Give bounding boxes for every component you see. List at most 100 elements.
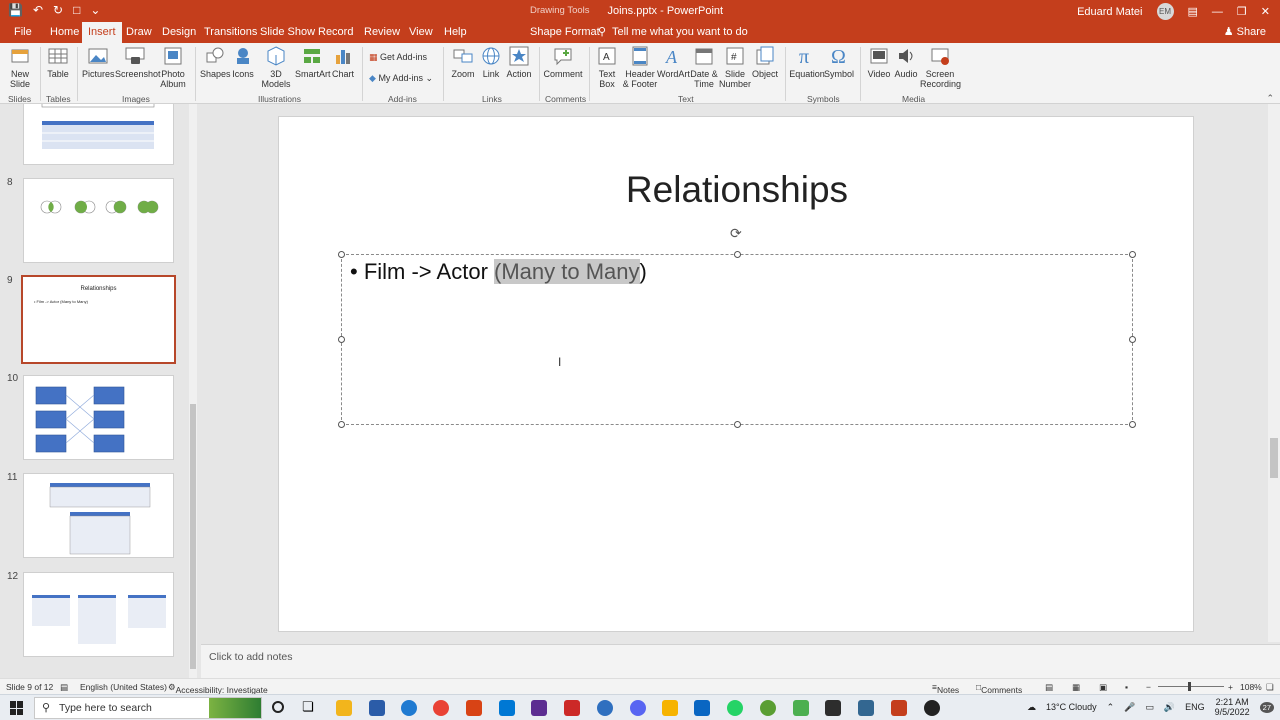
slide-thumbnail-11[interactable] — [23, 473, 174, 558]
tray-chevron-icon[interactable]: ⌃ — [1107, 702, 1115, 713]
new-slide-button[interactable]: New Slide — [6, 45, 34, 89]
resize-handle-tl[interactable] — [338, 251, 345, 258]
3d-models-button[interactable]: 3D Models — [258, 45, 294, 89]
zoom-level[interactable]: 108% — [1240, 682, 1262, 692]
maximize-icon[interactable]: ❐ — [1237, 5, 1247, 18]
present-icon[interactable]: □ — [73, 3, 80, 17]
table-button[interactable]: Table — [45, 45, 71, 79]
action-button[interactable]: Action — [505, 45, 533, 79]
powerpoint-icon[interactable] — [891, 700, 907, 716]
resize-handle-t[interactable] — [734, 251, 741, 258]
app-icon[interactable] — [662, 700, 678, 716]
tab-shape-format[interactable]: Shape Format — [524, 22, 606, 43]
whatsapp-icon[interactable] — [727, 700, 743, 716]
share-button[interactable]: ♟ Share — [1224, 22, 1266, 43]
tab-draw[interactable]: Draw — [120, 22, 158, 43]
video-button[interactable]: Video — [866, 45, 892, 79]
resize-handle-br[interactable] — [1129, 421, 1136, 428]
slide-canvas[interactable]: Relationships • Film -> Actor (Many to M… — [278, 116, 1194, 632]
symbol-button[interactable]: Ω Symbol — [824, 45, 854, 79]
tab-help[interactable]: Help — [438, 22, 473, 43]
avatar[interactable]: EM — [1156, 3, 1174, 20]
discord-icon[interactable] — [630, 700, 646, 716]
bullet-line[interactable]: • Film -> Actor (Many to Many) — [350, 259, 647, 285]
app-icon[interactable] — [793, 700, 809, 716]
app-icon[interactable] — [564, 700, 580, 716]
tab-file[interactable]: File — [8, 22, 38, 43]
app-icon[interactable] — [694, 700, 710, 716]
editor-scrollbar[interactable] — [1268, 104, 1280, 642]
slide-number-button[interactable]: # Slide Number — [719, 45, 751, 89]
resize-handle-tr[interactable] — [1129, 251, 1136, 258]
close-icon[interactable]: ✕ — [1261, 5, 1270, 18]
slideshow-icon[interactable]: ▪ — [1125, 682, 1128, 692]
utorrent-icon[interactable] — [760, 700, 776, 716]
language-indicator[interactable]: English (United States) — [80, 682, 167, 692]
slide-thumbnail-8[interactable] — [23, 178, 174, 263]
zoom-button[interactable]: Zoom — [450, 45, 476, 79]
shapes-button[interactable]: Shapes — [200, 45, 231, 79]
screen-recording-button[interactable]: Screen Recording — [920, 45, 961, 89]
screenshot-button[interactable]: Screenshot — [115, 45, 161, 79]
undo-icon[interactable]: ↶ — [33, 3, 43, 17]
text-box-button[interactable]: A Text Box — [595, 45, 619, 89]
tab-slide-show[interactable]: Slide Show — [254, 22, 321, 43]
notification-badge[interactable]: 27 — [1259, 701, 1274, 713]
audio-button[interactable]: Audio — [893, 45, 919, 79]
tab-insert[interactable]: Insert — [82, 22, 122, 43]
weather-text[interactable]: 13°C Cloudy — [1046, 702, 1097, 712]
redo-icon[interactable]: ↻ — [53, 3, 63, 17]
photo-album-button[interactable]: Photo Album — [157, 45, 189, 89]
collapse-ribbon-icon[interactable]: ⌃ — [1266, 93, 1274, 104]
tab-review[interactable]: Review — [358, 22, 406, 43]
date-time-button[interactable]: Date & Time — [688, 45, 720, 89]
jetbrains-icon[interactable] — [466, 700, 482, 716]
accessibility-status[interactable]: ⚙ Accessibility: Investigate — [168, 682, 268, 695]
postgres-icon[interactable] — [858, 700, 874, 716]
microphone-icon[interactable]: 🎤 — [1124, 702, 1135, 713]
header-footer-button[interactable]: Header & Footer — [621, 45, 659, 89]
app-icon[interactable] — [369, 700, 385, 716]
resize-handle-l[interactable] — [338, 336, 345, 343]
clock[interactable]: 2:21 AM 9/5/2022 — [1215, 697, 1250, 717]
smartart-button[interactable]: SmartArt — [295, 45, 331, 79]
content-placeholder[interactable]: • Film -> Actor (Many to Many) I ⟳ — [338, 225, 1136, 428]
resize-handle-r[interactable] — [1129, 336, 1136, 343]
slide-thumbnail-12[interactable] — [23, 572, 174, 657]
app-icon[interactable] — [825, 700, 841, 716]
slide-thumbnail-9[interactable]: Relationships • Film -> Actor (Many to M… — [21, 275, 176, 364]
notes-toggle[interactable]: ≡ Notes — [932, 682, 959, 695]
resize-handle-b[interactable] — [734, 421, 741, 428]
zoom-slider-thumb[interactable] — [1188, 682, 1191, 691]
minimize-icon[interactable]: — — [1212, 6, 1223, 18]
notes-pane[interactable]: Click to add notes — [201, 644, 1280, 678]
browser-icon[interactable] — [401, 700, 417, 716]
slide-thumbnail-7[interactable] — [23, 104, 174, 165]
thumbnail-scrollbar[interactable] — [189, 104, 197, 678]
comment-button[interactable]: Comment — [543, 45, 583, 79]
fit-slide-icon[interactable]: ❏ — [1266, 682, 1274, 693]
spelling-icon[interactable]: ▤ — [60, 682, 68, 693]
cortana-icon[interactable] — [272, 701, 284, 713]
link-button[interactable]: Link — [478, 45, 504, 79]
zoom-slider[interactable] — [1158, 682, 1224, 691]
task-view-icon[interactable]: ❏ — [302, 699, 314, 715]
wordart-button[interactable]: A WordArt — [657, 45, 690, 79]
scroll-thumb[interactable] — [190, 404, 196, 669]
resize-handle-bl[interactable] — [338, 421, 345, 428]
chart-button[interactable]: Chart — [330, 45, 356, 79]
ribbon-display-icon[interactable]: ▤ — [1188, 5, 1198, 18]
scroll-thumb[interactable] — [1270, 438, 1278, 478]
vscode-icon[interactable] — [499, 700, 515, 716]
object-button[interactable]: Object — [751, 45, 779, 79]
tab-home[interactable]: Home — [44, 22, 85, 43]
pictures-button[interactable]: Pictures — [82, 45, 115, 79]
zoom-out-icon[interactable]: − — [1146, 682, 1151, 692]
icons-button[interactable]: Icons — [230, 45, 256, 79]
taskbar-search[interactable]: ⚲ Type here to search — [34, 697, 262, 719]
slide-thumbnail-10[interactable] — [23, 375, 174, 460]
network-icon[interactable]: ▭ — [1145, 702, 1154, 713]
zoom-in-icon[interactable]: + — [1228, 682, 1233, 692]
tab-record[interactable]: Record — [312, 22, 359, 43]
tab-view[interactable]: View — [403, 22, 439, 43]
